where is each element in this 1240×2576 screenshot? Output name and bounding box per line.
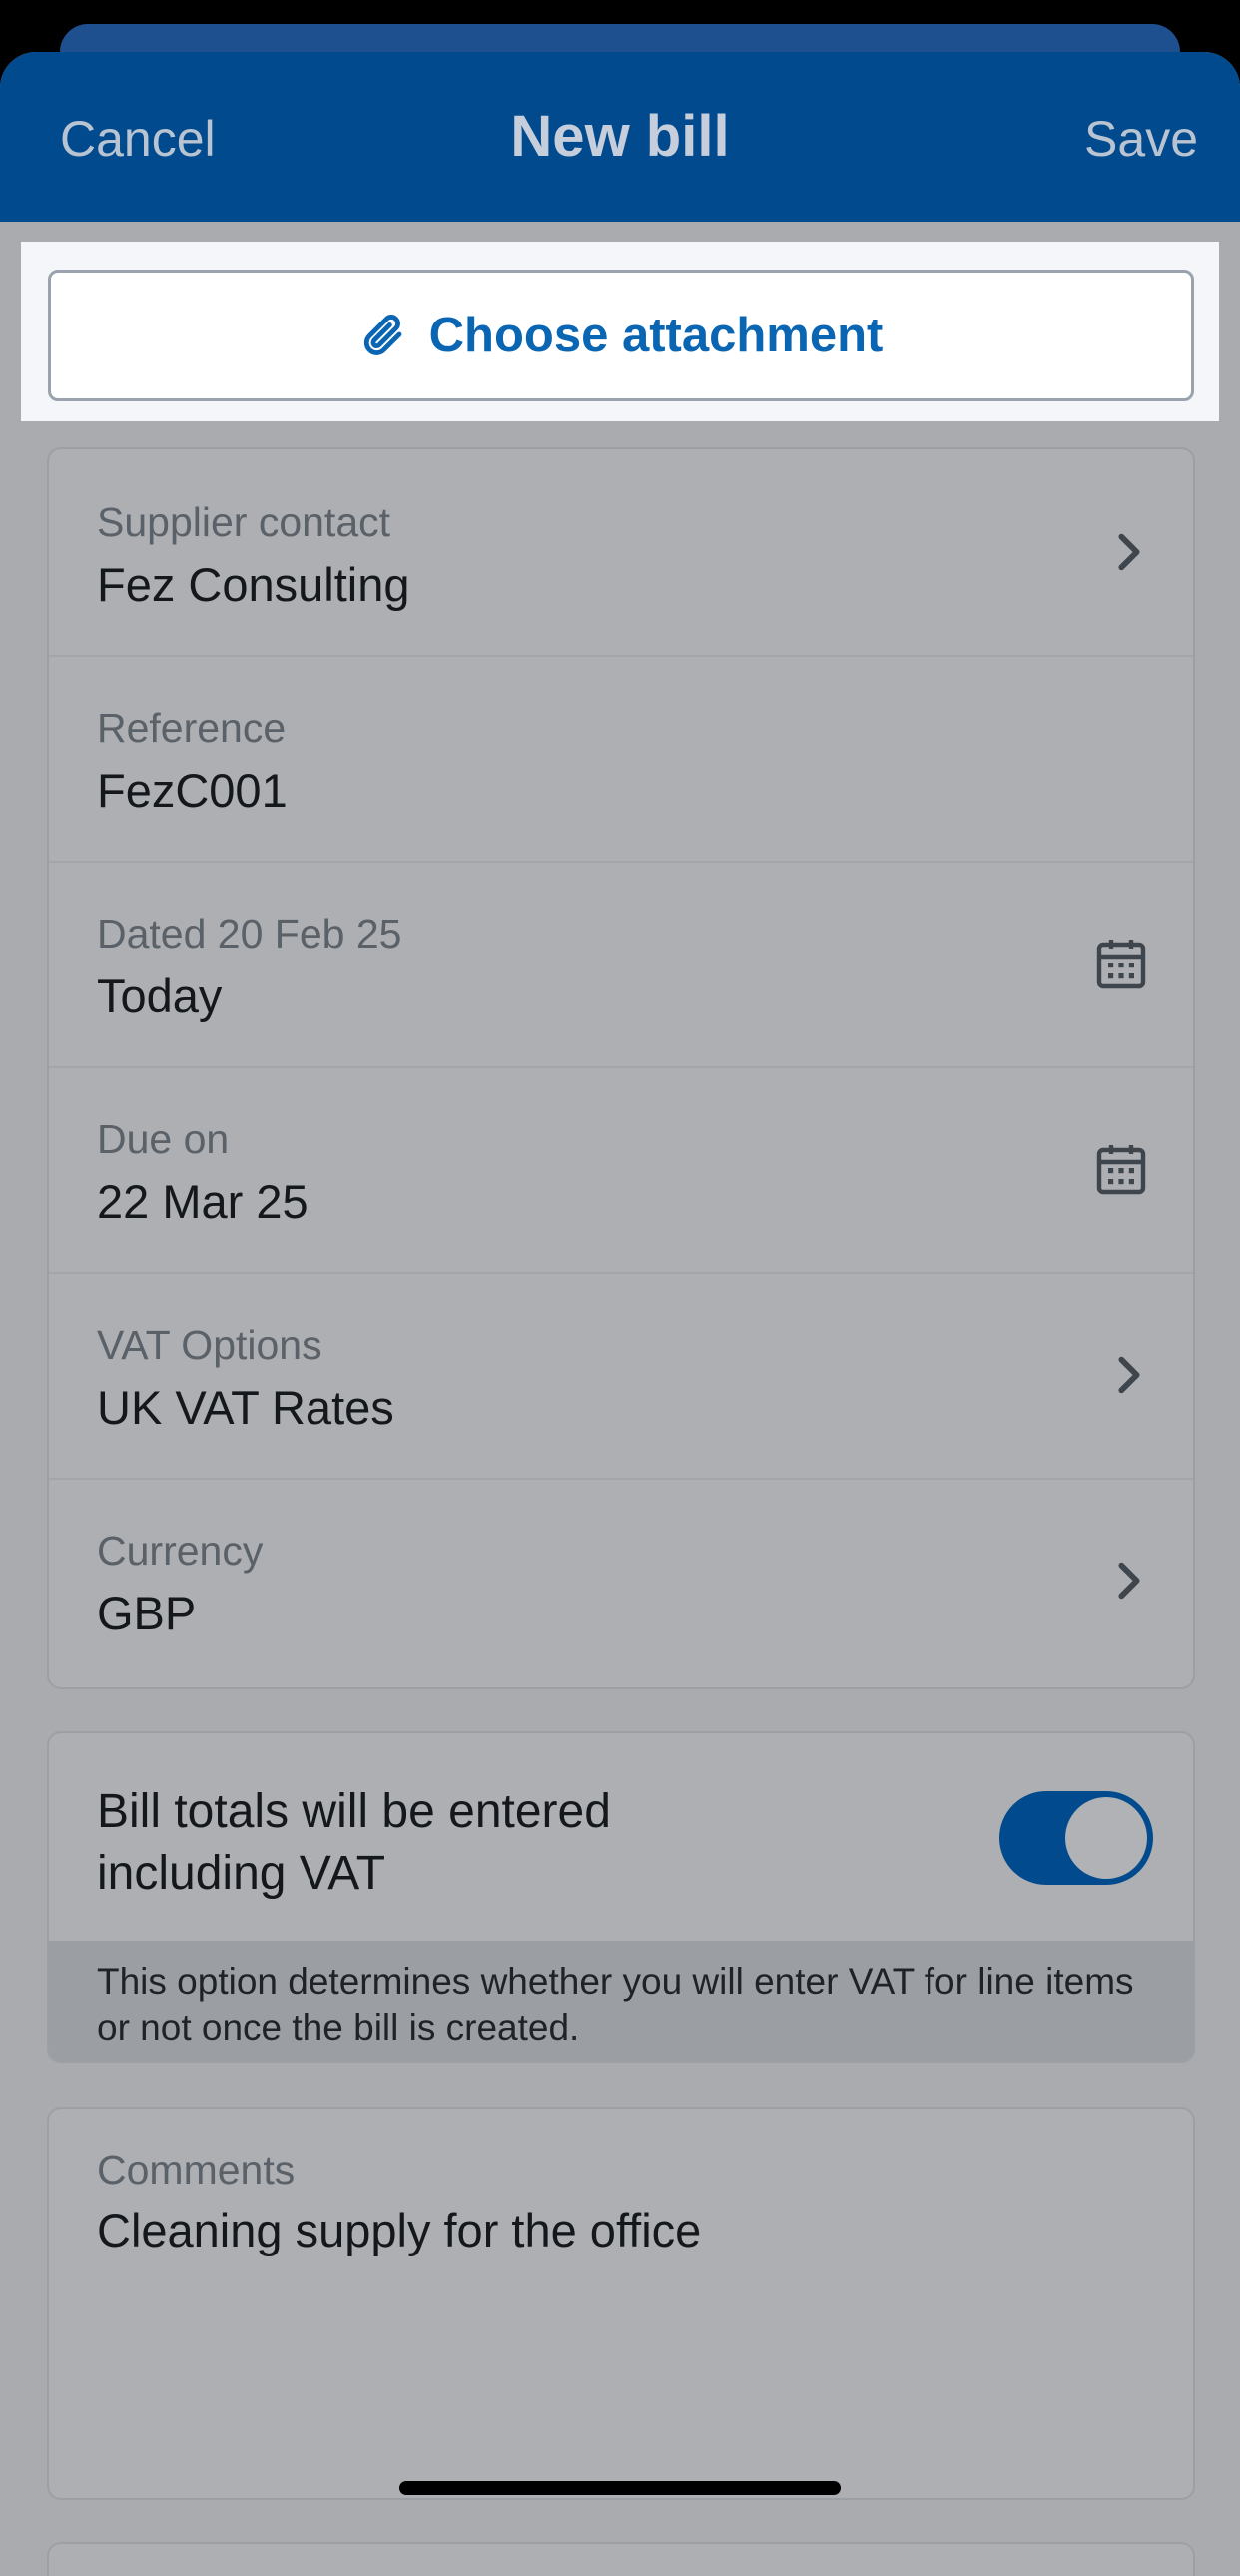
paperclip-icon — [363, 315, 402, 355]
dated-value: Today — [97, 969, 223, 1022]
calendar-icon[interactable] — [1095, 937, 1147, 990]
vat-options-row[interactable]: VAT Options UK VAT Rates — [49, 1272, 1193, 1480]
choose-attachment-button[interactable]: Choose attachment — [48, 270, 1194, 401]
chevron-right-icon — [1118, 1356, 1140, 1394]
reference-input[interactable]: FezC001 — [97, 763, 288, 818]
toggle-knob — [1065, 1797, 1147, 1879]
bill-details-card: Supplier contact Fez Consulting Referenc… — [47, 447, 1195, 1689]
vat-inclusive-toggle[interactable] — [999, 1791, 1153, 1885]
page-title: New bill — [510, 104, 730, 169]
reference-row[interactable]: Reference FezC001 — [49, 655, 1193, 863]
due-on-value: 22 Mar 25 — [97, 1175, 309, 1228]
due-on-row[interactable]: Due on 22 Mar 25 — [49, 1066, 1193, 1274]
comments-label: Comments — [97, 2147, 296, 2193]
vat-inclusive-note: This option determines whether you will … — [49, 1941, 1193, 2061]
save-button[interactable]: Save — [1084, 109, 1198, 169]
supplier-contact-label: Supplier contact — [97, 499, 391, 545]
currency-value: GBP — [97, 1587, 197, 1639]
next-card-peek — [47, 2542, 1195, 2576]
comments-card[interactable]: Comments Cleaning supply for the office — [47, 2107, 1195, 2500]
chevron-right-icon — [1118, 533, 1140, 571]
vat-options-label: VAT Options — [97, 1322, 322, 1368]
supplier-contact-value: Fez Consulting — [97, 558, 410, 611]
new-bill-sheet: Cancel New bill Save Choose attachment S… — [0, 52, 1240, 2576]
reference-label: Reference — [97, 705, 287, 751]
choose-attachment-label: Choose attachment — [428, 309, 884, 362]
attachment-section: Choose attachment — [21, 242, 1219, 421]
vat-options-value: UK VAT Rates — [97, 1381, 394, 1434]
chevron-right-icon — [1118, 1562, 1140, 1600]
vat-inclusive-card: Bill totals will be entered including VA… — [47, 1731, 1195, 2063]
supplier-contact-row[interactable]: Supplier contact Fez Consulting — [49, 449, 1193, 657]
currency-row[interactable]: Currency GBP — [49, 1478, 1193, 1683]
vat-inclusive-label: Bill totals will be entered including VA… — [97, 1785, 611, 1900]
currency-label: Currency — [97, 1528, 264, 1574]
home-indicator — [399, 2481, 841, 2495]
dated-row[interactable]: Dated 20 Feb 25 Today — [49, 861, 1193, 1068]
calendar-icon[interactable] — [1095, 1142, 1147, 1196]
due-on-label: Due on — [97, 1116, 230, 1162]
comments-input[interactable]: Cleaning supply for the office — [97, 2203, 701, 2257]
dated-label: Dated 20 Feb 25 — [97, 911, 402, 957]
navigation-bar: Cancel New bill Save — [0, 52, 1240, 222]
